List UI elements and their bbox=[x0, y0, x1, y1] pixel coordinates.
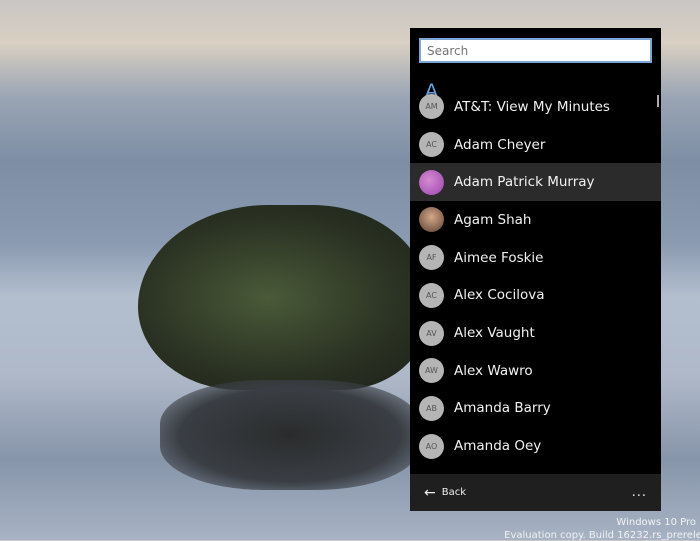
contact-row[interactable]: Adam Patrick Murray bbox=[410, 163, 661, 202]
wallpaper-reflection bbox=[160, 380, 420, 490]
avatar: AW bbox=[419, 358, 444, 384]
contact-name: Alex Vaught bbox=[454, 325, 535, 342]
contact-list: AM AT&T: View My Minutes AC Adam Cheyer Adam… bbox=[410, 94, 661, 474]
contact-row[interactable]: AW Alex Wawro bbox=[410, 352, 661, 390]
contact-row[interactable]: AC Alex Cocilova bbox=[410, 277, 661, 315]
contact-name: Aimee Foskie bbox=[454, 249, 544, 266]
avatar: AM bbox=[419, 94, 444, 120]
avatar: AC bbox=[419, 132, 444, 158]
contact-row[interactable]: AV Alex Vaught bbox=[410, 314, 661, 352]
back-label: Back bbox=[441, 487, 467, 498]
avatar: AC bbox=[419, 282, 444, 308]
contact-row[interactable]: AB Amanda Barry bbox=[410, 390, 661, 428]
wallpaper-rock bbox=[138, 205, 428, 390]
contact-name: Agam Shah bbox=[454, 211, 532, 228]
avatar: AV bbox=[419, 320, 444, 346]
watermark-build: Evaluation copy. Build 16232.rs_prerelea bbox=[504, 530, 700, 541]
contact-row[interactable]: AO Amanda Oey bbox=[410, 427, 661, 465]
footer-bar: ← Back ... bbox=[410, 474, 661, 511]
avatar: AB bbox=[419, 395, 444, 421]
contact-row[interactable]: Agam Shah bbox=[410, 201, 661, 239]
avatar: AF bbox=[419, 245, 444, 271]
contact-name: Adam Patrick Murray bbox=[454, 174, 595, 191]
contact-name: Amanda Oey bbox=[454, 438, 542, 455]
back-button[interactable]: ← Back bbox=[424, 485, 466, 501]
avatar: AO bbox=[419, 433, 444, 459]
contact-name: AT&T: View My Minutes bbox=[454, 98, 610, 115]
contact-row[interactable]: AC Adam Cheyer bbox=[410, 126, 661, 164]
avatar bbox=[419, 169, 444, 195]
contact-name: Alex Wawro bbox=[454, 362, 533, 379]
more-options-button[interactable]: ... bbox=[632, 485, 647, 500]
contact-row[interactable]: AF Aimee Foskie bbox=[410, 239, 661, 277]
avatar bbox=[419, 207, 444, 233]
back-arrow-icon: ← bbox=[424, 484, 436, 501]
contact-name: Amanda Barry bbox=[454, 400, 551, 417]
watermark-edition: Windows 10 Pro bbox=[616, 517, 696, 528]
search-input[interactable] bbox=[419, 38, 652, 63]
contact-name: Alex Cocilova bbox=[454, 287, 545, 304]
contact-row[interactable]: AM AT&T: View My Minutes bbox=[410, 94, 661, 126]
people-picker-panel: A AMAT&T: View My MinutesACAdam CheyerAd… bbox=[410, 28, 661, 511]
contact-name: Adam Cheyer bbox=[454, 136, 546, 153]
